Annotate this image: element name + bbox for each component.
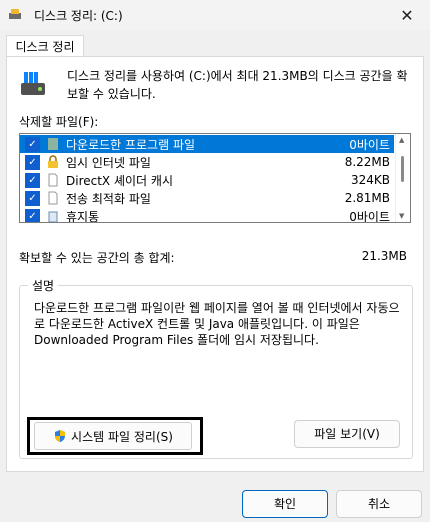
list-item-size: 324KB (350, 173, 390, 187)
total-space-label: 확보할 수 있는 공간의 총 합계: (19, 251, 175, 265)
close-icon: ✕ (400, 5, 414, 25)
list-item-name: 휴지통 (66, 209, 100, 223)
title-bar: 디스크 정리: (C:) ✕ (0, 0, 430, 30)
disk-cleanup-icon (9, 9, 21, 19)
checkbox[interactable]: ✓ (25, 172, 40, 188)
file-icon (48, 191, 58, 205)
list-label: 삭제할 파일(F): (19, 115, 99, 129)
checkbox[interactable]: ✓ (25, 154, 40, 170)
cancel-button[interactable]: 취소 (336, 490, 422, 518)
recycle-bin-icon (48, 211, 58, 222)
drive-icon (21, 72, 45, 95)
intro-text: 디스크 정리를 사용하여 (C:)에서 최대 21.3MB의 디스크 공간을 확… (67, 69, 408, 101)
total-space-value: 21.3MB (361, 249, 407, 263)
tab-disk-cleanup[interactable]: 디스크 정리 (6, 35, 84, 58)
description-text: 다운로드한 프로그램 파일이란 웹 페이지를 열어 볼 때 인터넷에서 자동으로… (34, 301, 400, 347)
list-item[interactable]: ✓ 임시 인터넷 파일 8.22MB (20, 153, 394, 171)
list-item-name: 다운로드한 프로그램 파일 (66, 137, 196, 152)
scroll-up-icon[interactable]: ▲ (399, 136, 404, 144)
files-to-delete-list[interactable]: ✓ 다운로드한 프로그램 파일 0바이트 ✓ 임시 인터넷 파일 8.22MB … (19, 133, 411, 223)
description-label: 설명 (28, 277, 59, 294)
clean-system-files-label: 시스템 파일 정리(S) (71, 429, 173, 444)
list-item-size: 0바이트 (349, 209, 390, 223)
list-scrollbar[interactable]: ▲ ▼ (395, 134, 410, 222)
list-item-name: DirectX 셰이더 캐시 (66, 173, 173, 188)
checkbox[interactable]: ✓ (25, 190, 40, 206)
list-item-size: 0바이트 (349, 137, 390, 152)
window-title: 디스크 정리: (C:) (34, 9, 123, 23)
scroll-down-icon[interactable]: ▼ (399, 212, 404, 220)
list-item[interactable]: ✓ DirectX 셰이더 캐시 324KB (20, 171, 394, 189)
scroll-thumb[interactable] (401, 156, 404, 182)
ok-button[interactable]: 확인 (242, 490, 328, 518)
uac-shield-icon (55, 430, 66, 442)
checkbox[interactable]: ✓ (25, 136, 40, 152)
list-item-name: 임시 인터넷 파일 (66, 155, 151, 170)
list-item[interactable]: ✓ 휴지통 0바이트 (20, 207, 394, 223)
view-files-button[interactable]: 파일 보기(V) (294, 420, 400, 448)
list-item[interactable]: ✓ 전송 최적화 파일 2.81MB (20, 189, 394, 207)
system-cleanup-highlight: 시스템 파일 정리(S) (27, 417, 203, 455)
checkbox[interactable]: ✓ (25, 208, 40, 222)
list-item[interactable]: ✓ 다운로드한 프로그램 파일 0바이트 (20, 135, 394, 153)
list-item-size: 8.22MB (344, 155, 390, 169)
clean-system-files-button[interactable]: 시스템 파일 정리(S) (34, 422, 192, 450)
close-button[interactable]: ✕ (384, 0, 430, 30)
main-panel: 디스크 정리를 사용하여 (C:)에서 최대 21.3MB의 디스크 공간을 확… (6, 56, 424, 472)
file-icon (48, 173, 58, 187)
folder-icon (48, 138, 58, 150)
list-item-name: 전송 최적화 파일 (66, 191, 151, 206)
lock-icon (48, 155, 58, 168)
list-item-size: 2.81MB (344, 191, 390, 205)
